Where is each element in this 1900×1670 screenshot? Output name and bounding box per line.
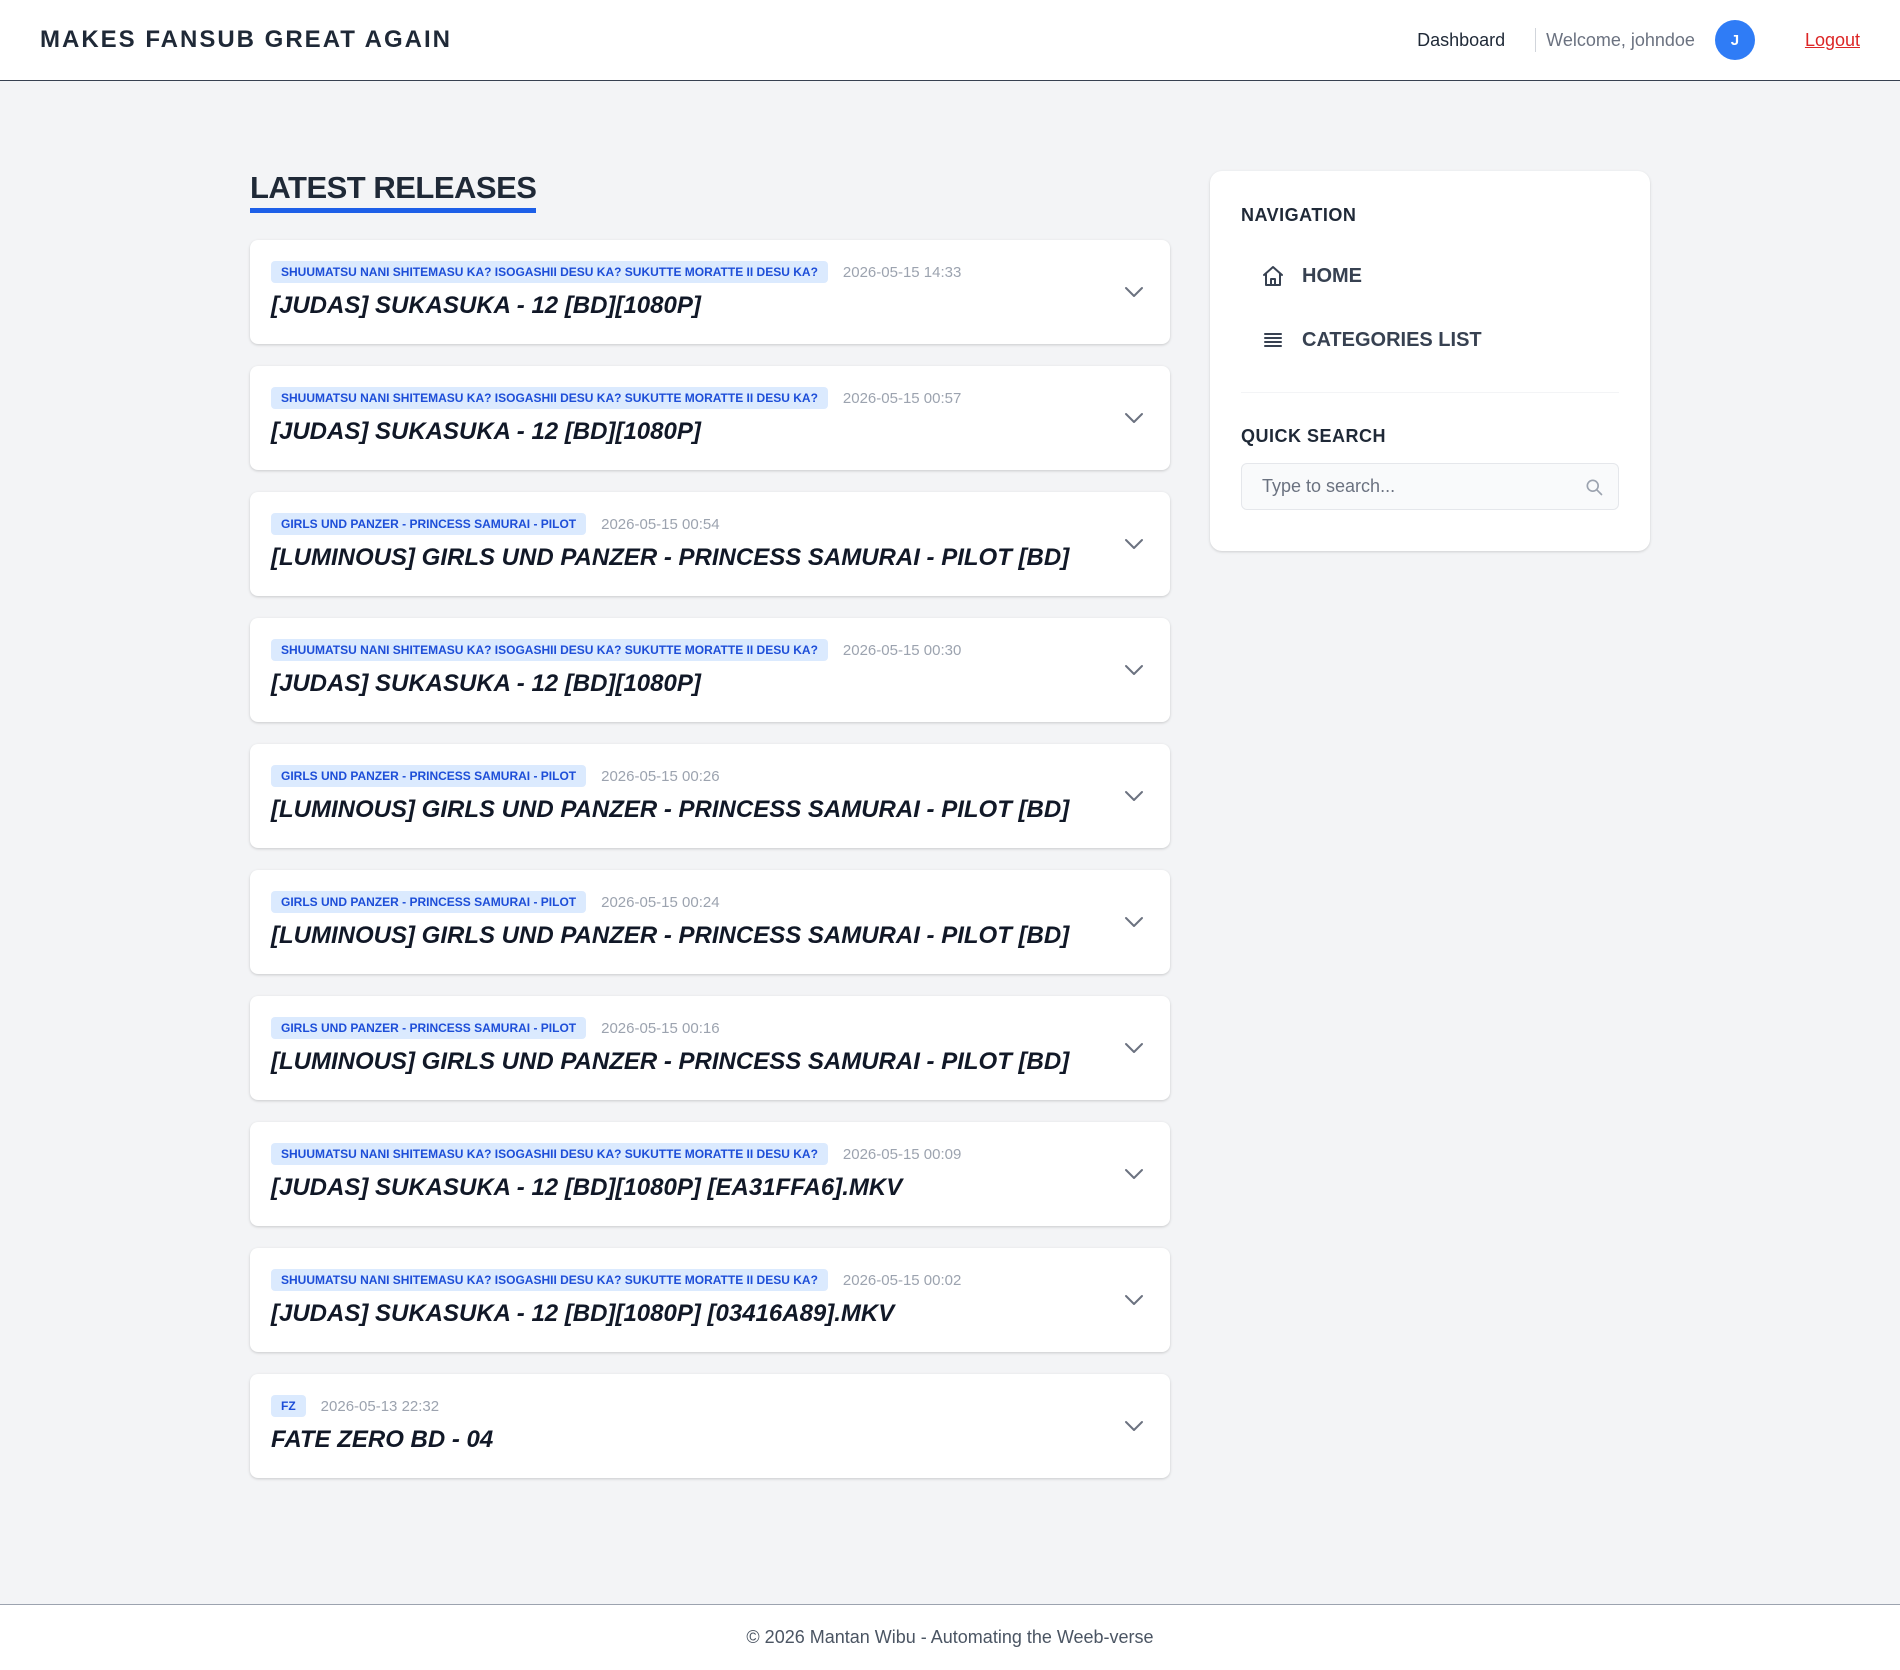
chevron-down-icon[interactable] — [1122, 784, 1146, 808]
release-meta: SHUUMATSU NANI SHITEMASU KA? ISOGASHII D… — [271, 1143, 961, 1165]
main-content: LATEST RELEASES SHUUMATSU NANI SHITEMASU… — [250, 170, 1170, 1500]
category-tag[interactable]: GIRLS UND PANZER - PRINCESS SAMURAI - PI… — [271, 1017, 587, 1039]
sidebar-item-home[interactable]: HOME — [1241, 244, 1619, 308]
release-title[interactable]: [LUMINOUS] GIRLS UND PANZER - PRINCESS S… — [271, 544, 1069, 572]
release-card[interactable]: GIRLS UND PANZER - PRINCESS SAMURAI - PI… — [250, 492, 1170, 596]
avatar[interactable]: J — [1714, 20, 1755, 60]
release-meta: GIRLS UND PANZER - PRINCESS SAMURAI - PI… — [271, 765, 720, 787]
release-card[interactable]: FZ 2026-05-13 22:32 FATE ZERO BD - 04 — [250, 1374, 1170, 1478]
release-meta: SHUUMATSU NANI SHITEMASU KA? ISOGASHII D… — [271, 639, 961, 661]
search-box — [1241, 463, 1619, 510]
search-icon[interactable] — [1584, 477, 1604, 497]
category-tag[interactable]: SHUUMATSU NANI SHITEMASU KA? ISOGASHII D… — [271, 387, 828, 409]
sidebar-nav: HOME CATEGORIES LIST — [1241, 244, 1619, 372]
release-card[interactable]: SHUUMATSU NANI SHITEMASU KA? ISOGASHII D… — [250, 618, 1170, 722]
chevron-down-icon[interactable] — [1122, 280, 1146, 304]
chevron-down-icon[interactable] — [1122, 1036, 1146, 1060]
release-card[interactable]: GIRLS UND PANZER - PRINCESS SAMURAI - PI… — [250, 996, 1170, 1100]
release-title[interactable]: [JUDAS] SUKASUKA - 12 [BD][1080P] — [271, 418, 701, 446]
chevron-down-icon[interactable] — [1122, 910, 1146, 934]
release-date: 2026-05-15 00:24 — [601, 893, 720, 911]
chevron-down-icon[interactable] — [1122, 1288, 1146, 1312]
release-title[interactable]: [JUDAS] SUKASUKA - 12 [BD][1080P] — [271, 670, 701, 698]
release-date: 2026-05-15 00:26 — [601, 767, 720, 785]
release-list: SHUUMATSU NANI SHITEMASU KA? ISOGASHII D… — [250, 240, 1170, 1478]
release-date: 2026-05-15 00:57 — [842, 389, 962, 407]
logout-link[interactable]: Logout — [1805, 30, 1860, 51]
quick-search-heading: QUICK SEARCH — [1241, 426, 1387, 446]
release-meta: SHUUMATSU NANI SHITEMASU KA? ISOGASHII D… — [271, 261, 961, 283]
release-title[interactable]: [LUMINOUS] GIRLS UND PANZER - PRINCESS S… — [271, 922, 1069, 950]
category-tag[interactable]: GIRLS UND PANZER - PRINCESS SAMURAI - PI… — [271, 891, 587, 913]
brand-title[interactable]: MAKES FANSUB GREAT AGAIN — [40, 26, 452, 54]
release-title[interactable]: [LUMINOUS] GIRLS UND PANZER - PRINCESS S… — [271, 1048, 1069, 1076]
dashboard-link[interactable]: Dashboard — [1417, 28, 1537, 52]
category-tag[interactable]: SHUUMATSU NANI SHITEMASU KA? ISOGASHII D… — [271, 1143, 828, 1165]
release-meta: GIRLS UND PANZER - PRINCESS SAMURAI - PI… — [271, 891, 720, 913]
home-icon — [1263, 266, 1283, 286]
release-date: 2026-05-15 00:54 — [601, 515, 720, 533]
release-date: 2026-05-15 00:02 — [842, 1271, 962, 1289]
category-tag[interactable]: SHUUMATSU NANI SHITEMASU KA? ISOGASHII D… — [271, 639, 828, 661]
sidebar-divider — [1241, 392, 1619, 393]
chevron-down-icon[interactable] — [1122, 1414, 1146, 1438]
release-title[interactable]: [LUMINOUS] GIRLS UND PANZER - PRINCESS S… — [271, 796, 1069, 824]
release-card[interactable]: GIRLS UND PANZER - PRINCESS SAMURAI - PI… — [250, 744, 1170, 848]
header-nav: Dashboard Welcome, johndoe J Logout — [1417, 19, 1860, 61]
release-card[interactable]: SHUUMATSU NANI SHITEMASU KA? ISOGASHII D… — [250, 366, 1170, 470]
footer: © 2026 Mantan Wibu - Automating the Weeb… — [0, 1604, 1900, 1670]
release-date: 2026-05-15 00:30 — [842, 641, 962, 659]
release-title[interactable]: [JUDAS] SUKASUKA - 12 [BD][1080P] [EA31F… — [271, 1174, 902, 1202]
release-title[interactable]: FATE ZERO BD - 04 — [271, 1426, 493, 1454]
page-title: LATEST RELEASES — [250, 170, 537, 213]
category-tag[interactable]: FZ — [271, 1395, 306, 1417]
release-meta: SHUUMATSU NANI SHITEMASU KA? ISOGASHII D… — [271, 1269, 961, 1291]
footer-text: © 2026 Mantan Wibu - Automating the Weeb… — [746, 1627, 1154, 1647]
search-input[interactable] — [1242, 464, 1572, 509]
category-tag[interactable]: SHUUMATSU NANI SHITEMASU KA? ISOGASHII D… — [271, 261, 828, 283]
sidebar-item-label: HOME — [1302, 264, 1362, 287]
sidebar-item-categories[interactable]: CATEGORIES LIST — [1241, 308, 1619, 372]
release-date: 2026-05-15 00:09 — [842, 1145, 962, 1163]
release-date: 2026-05-13 22:32 — [320, 1397, 440, 1415]
release-title[interactable]: [JUDAS] SUKASUKA - 12 [BD][1080P] [03416… — [271, 1300, 894, 1328]
chevron-down-icon[interactable] — [1122, 1162, 1146, 1186]
welcome-text: Welcome, johndoe — [1546, 29, 1695, 50]
chevron-down-icon[interactable] — [1122, 532, 1146, 556]
release-date: 2026-05-15 14:33 — [842, 263, 962, 281]
release-meta: GIRLS UND PANZER - PRINCESS SAMURAI - PI… — [271, 1017, 720, 1039]
release-title[interactable]: [JUDAS] SUKASUKA - 12 [BD][1080P] — [271, 292, 701, 320]
sidebar: NAVIGATION HOME CATEGORIES LIST QUICK SE… — [1210, 171, 1650, 551]
release-card[interactable]: GIRLS UND PANZER - PRINCESS SAMURAI - PI… — [250, 870, 1170, 974]
category-tag[interactable]: SHUUMATSU NANI SHITEMASU KA? ISOGASHII D… — [271, 1269, 828, 1291]
chevron-down-icon[interactable] — [1122, 658, 1146, 682]
release-meta: SHUUMATSU NANI SHITEMASU KA? ISOGASHII D… — [271, 387, 961, 409]
chevron-down-icon[interactable] — [1122, 406, 1146, 430]
release-card[interactable]: SHUUMATSU NANI SHITEMASU KA? ISOGASHII D… — [250, 1122, 1170, 1226]
release-meta: FZ 2026-05-13 22:32 — [271, 1395, 439, 1417]
release-date: 2026-05-15 00:16 — [601, 1019, 720, 1037]
release-card[interactable]: SHUUMATSU NANI SHITEMASU KA? ISOGASHII D… — [250, 1248, 1170, 1352]
release-meta: GIRLS UND PANZER - PRINCESS SAMURAI - PI… — [271, 513, 720, 535]
category-tag[interactable]: GIRLS UND PANZER - PRINCESS SAMURAI - PI… — [271, 765, 587, 787]
list-icon — [1264, 333, 1282, 347]
release-card[interactable]: SHUUMATSU NANI SHITEMASU KA? ISOGASHII D… — [250, 240, 1170, 344]
sidebar-item-label: CATEGORIES LIST — [1302, 328, 1482, 351]
top-header: MAKES FANSUB GREAT AGAIN Dashboard Welco… — [0, 0, 1900, 81]
category-tag[interactable]: GIRLS UND PANZER - PRINCESS SAMURAI - PI… — [271, 513, 587, 535]
navigation-heading: NAVIGATION — [1241, 205, 1357, 225]
